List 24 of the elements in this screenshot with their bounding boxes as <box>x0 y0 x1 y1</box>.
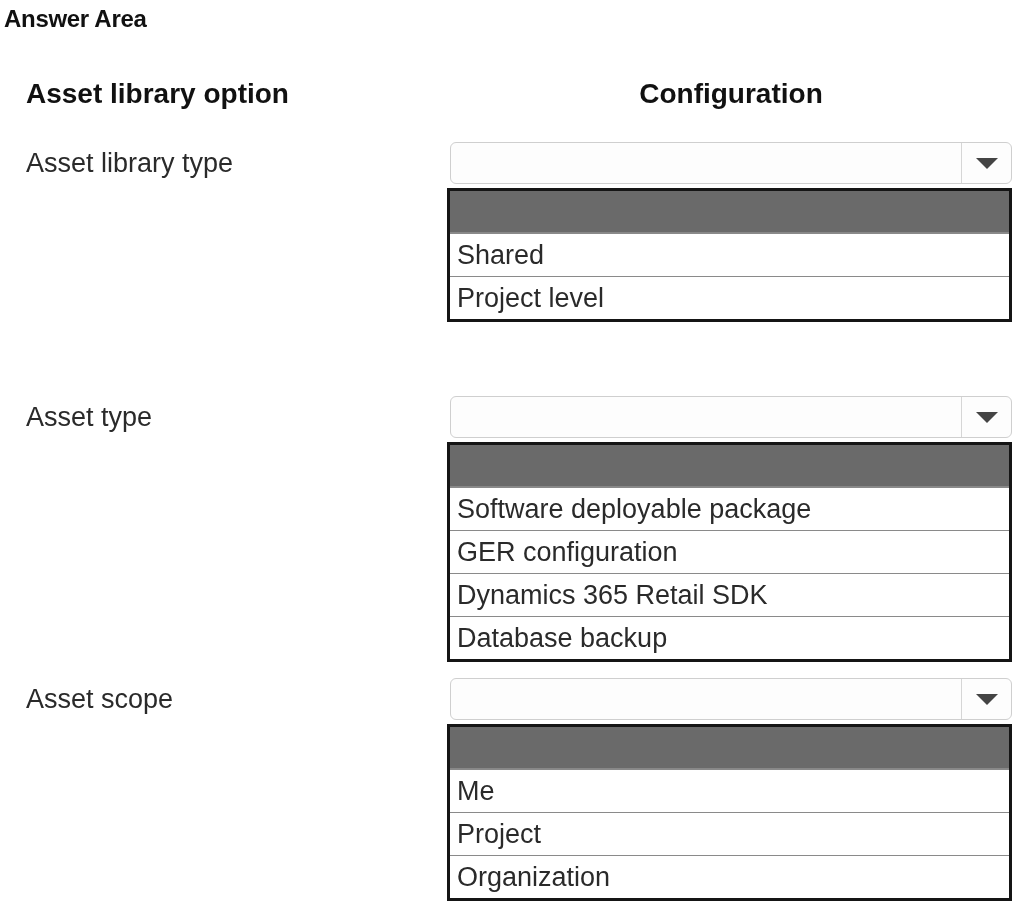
column-header: Asset library option <box>25 77 290 111</box>
dropdown-option[interactable]: Dynamics 365 Retail SDK <box>450 573 1009 616</box>
row-label: Asset library type <box>25 147 235 180</box>
dropdown-option[interactable]: GER configuration <box>450 530 1009 573</box>
dropdown-option[interactable]: Database backup <box>450 616 1009 659</box>
caret-down-icon[interactable] <box>975 157 998 169</box>
row-label: Asset scope <box>25 683 175 716</box>
blank-option[interactable] <box>450 191 1009 233</box>
dropdown-option[interactable]: Project <box>450 812 1009 855</box>
caret-down-icon[interactable] <box>975 693 998 705</box>
dropdown-field[interactable] <box>450 678 1012 720</box>
dropdown-option[interactable]: Software deployable package <box>450 487 1009 530</box>
caret-down-icon[interactable] <box>975 411 998 423</box>
dropdown-field[interactable] <box>450 396 1012 438</box>
answer-area-title: Answer Area <box>3 4 148 34</box>
blank-option[interactable] <box>450 727 1009 769</box>
row-label: Asset type <box>25 401 154 434</box>
dropdown-option[interactable]: Me <box>450 769 1009 812</box>
blank-option[interactable] <box>450 445 1009 487</box>
dropdown-field[interactable] <box>450 142 1012 184</box>
dropdown-option[interactable]: Project level <box>450 276 1009 319</box>
column-header: Configuration <box>638 77 824 111</box>
dropdown-option[interactable]: Shared <box>450 233 1009 276</box>
dropdown-option[interactable]: Organization <box>450 855 1009 898</box>
